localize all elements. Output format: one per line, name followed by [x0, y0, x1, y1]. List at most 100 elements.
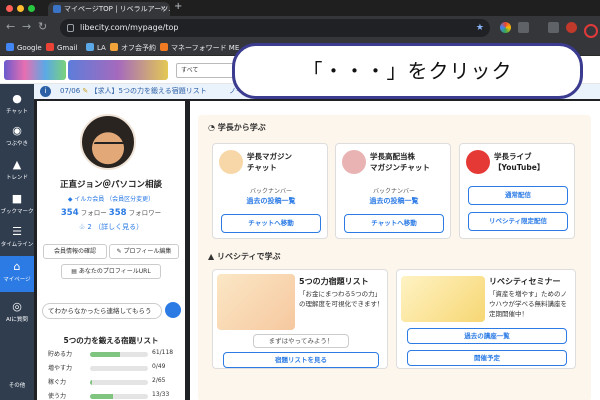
schedule-button[interactable]: 開催予定: [407, 350, 567, 366]
trend-icon: ▲: [12, 158, 22, 171]
ai-chat-input[interactable]: てわからなかったら連絡してもらう: [42, 303, 162, 319]
address-bar[interactable]: libecity.com/mypage/top ★: [60, 19, 490, 37]
past-posts-link[interactable]: 過去の投稿一覧: [213, 196, 329, 206]
download-icon[interactable]: [548, 22, 559, 33]
bookmark-moneyforward[interactable]: マネーフォワード ME: [160, 43, 239, 53]
ticker-text[interactable]: 【求人】5つの力を鍛える宿題リスト: [91, 87, 207, 95]
limited-stream-button[interactable]: リベシティ限定配信: [468, 212, 568, 231]
likes-detail-link[interactable]: （詳しく見る）: [94, 223, 143, 231]
nav-timeline[interactable]: ☰ タイムライン: [0, 221, 34, 257]
ai-icon: ◎: [12, 300, 22, 313]
tab-close-icon[interactable]: ✕: [160, 2, 166, 16]
graduation-cap-icon: ▲: [208, 252, 215, 261]
task-row[interactable]: 稼ぐ力 2/65: [48, 377, 180, 389]
bookmark-google[interactable]: Google: [6, 43, 42, 52]
task-label: 貯める力: [48, 351, 73, 358]
bookmark-label: Gmail: [57, 44, 78, 52]
profile-url-button[interactable]: ▤ あなたのプロフィールURL: [61, 264, 161, 279]
member-rank: イルカ会員: [74, 196, 105, 203]
highlight-circle: [584, 24, 598, 38]
site-favicon-icon: [53, 5, 61, 13]
avatar-glasses: [94, 142, 124, 150]
try-button[interactable]: まずはやってみよう！: [253, 334, 349, 348]
clock-icon: ◔: [208, 123, 215, 132]
search-scope-select[interactable]: すべて: [176, 63, 238, 78]
other-icon: [11, 367, 23, 379]
task-progress: [90, 380, 92, 385]
reload-icon[interactable]: ↻: [38, 20, 47, 33]
go-chat-button[interactable]: チャットへ移動: [221, 214, 321, 233]
nav-label: その他: [8, 383, 26, 389]
dolphin-icon: ◆: [67, 196, 73, 203]
follow-label: フォロー: [80, 209, 107, 217]
bookmark-la[interactable]: LA: [86, 43, 106, 52]
nav-label: チャット: [6, 109, 28, 115]
task-progress: [90, 352, 121, 357]
homework-thumbnail[interactable]: [217, 274, 295, 330]
back-icon[interactable]: ←: [6, 20, 15, 33]
forward-icon[interactable]: →: [22, 20, 31, 33]
site-logo[interactable]: [4, 60, 66, 80]
task-count: 13/33: [152, 391, 170, 398]
task-row[interactable]: 増やす力 0/49: [48, 363, 180, 375]
follower-label: フォロワー: [128, 209, 162, 217]
regular-stream-button[interactable]: 通常配信: [468, 186, 568, 205]
go-chat-button[interactable]: チャットへ移動: [344, 214, 444, 233]
nav-other[interactable]: その他: [0, 362, 34, 398]
screenshot-root: マイページTOP | リベラルアーツ... ✕ + ← → ↻ libecity…: [0, 0, 600, 400]
live-icon: [466, 150, 490, 174]
thanks-icon: ♧: [78, 223, 86, 231]
profile-url-label: あなたのプロフィールURL: [78, 268, 151, 275]
puzzle-extensions-icon[interactable]: [518, 22, 529, 33]
info-icon: i: [40, 86, 51, 97]
maximize-window-button[interactable]: [28, 5, 35, 12]
list-icon: ▤: [71, 268, 77, 275]
view-homework-button[interactable]: 宿題リストを見る: [223, 352, 379, 368]
nav-chat[interactable]: ● チャット: [0, 88, 34, 124]
task-progress: [90, 394, 113, 399]
bookmark-icon: ■: [11, 192, 23, 205]
lock-icon: [67, 24, 74, 32]
browser-tabstrip: マイページTOP | リベラルアーツ... ✕ +: [0, 0, 600, 16]
task-row[interactable]: 使う力 13/33: [48, 391, 180, 400]
avatar[interactable]: [80, 114, 136, 170]
learn-desc: 「お金にまつわる5つの力」の理解度を可視化できます！: [299, 290, 384, 308]
bookmark-star-icon[interactable]: ★: [476, 19, 484, 37]
follow-count[interactable]: 354: [61, 208, 79, 218]
nav-ai[interactable]: ◎ AIに質問: [0, 296, 34, 332]
nav-trend[interactable]: ▲ トレンド: [0, 154, 34, 190]
nav-mypage[interactable]: ⌂ マイページ: [0, 256, 34, 292]
header-banner[interactable]: [68, 60, 168, 80]
profile-edit-button[interactable]: ✎ プロフィール編集: [109, 244, 179, 259]
member-info-button[interactable]: 会員情報の確認: [43, 244, 107, 259]
homework-list: 5つの力を鍛える宿題リスト 貯める力 61/118 増やす力 0/49 稼ぐ力 2/6…: [42, 335, 180, 400]
past-posts-link[interactable]: 過去の投稿一覧: [336, 196, 452, 206]
bookmark-gmail[interactable]: Gmail: [46, 43, 77, 52]
card-magazine: 学長マガジン チャット バックナンバー 過去の投稿一覧 チャットへ移動: [212, 143, 328, 239]
section-gakucho: ◔ 学長から学ぶ: [208, 122, 266, 133]
chat-bubble-icon[interactable]: [165, 302, 181, 318]
card-dividend: 学長高配当株 マガジンチャット バックナンバー 過去の投稿一覧 チャットへ移動: [335, 143, 451, 239]
past-seminars-button[interactable]: 過去の講座一覧: [407, 328, 567, 344]
bookmark-offkai[interactable]: オフ会予約: [110, 43, 156, 53]
card-title: 学長ライブ 【YouTube】: [494, 152, 545, 172]
tweet-icon: ◉: [12, 124, 22, 137]
address-url: libecity.com/mypage/top: [80, 23, 179, 32]
extension-icon[interactable]: [500, 22, 511, 33]
profile-avatar-icon[interactable]: [566, 22, 577, 33]
nav-bookmark[interactable]: ■ ブックマーク: [0, 188, 34, 224]
task-row[interactable]: 貯める力 61/118: [48, 349, 180, 361]
browser-tab[interactable]: マイページTOP | リベラルアーツ... ✕: [48, 2, 170, 16]
likes-row: ♧ 2 （詳しく見る）: [37, 222, 185, 232]
ticker-date: 07/06: [60, 87, 81, 95]
close-window-button[interactable]: [6, 5, 13, 12]
new-tab-button[interactable]: +: [174, 1, 182, 12]
member-change-link[interactable]: （会員区分変更）: [106, 196, 154, 203]
backnumber-label: バックナンバー: [249, 188, 292, 195]
task-count: 0/49: [152, 363, 166, 370]
minimize-window-button[interactable]: [17, 5, 24, 12]
nav-tweet[interactable]: ◉ つぶやき: [0, 120, 34, 156]
seminar-thumbnail[interactable]: [401, 276, 485, 322]
follower-count[interactable]: 358: [109, 208, 127, 218]
card-homework: 5つの力宿題リスト 「お金にまつわる5つの力」の理解度を可視化できます！ まずは…: [212, 269, 388, 369]
